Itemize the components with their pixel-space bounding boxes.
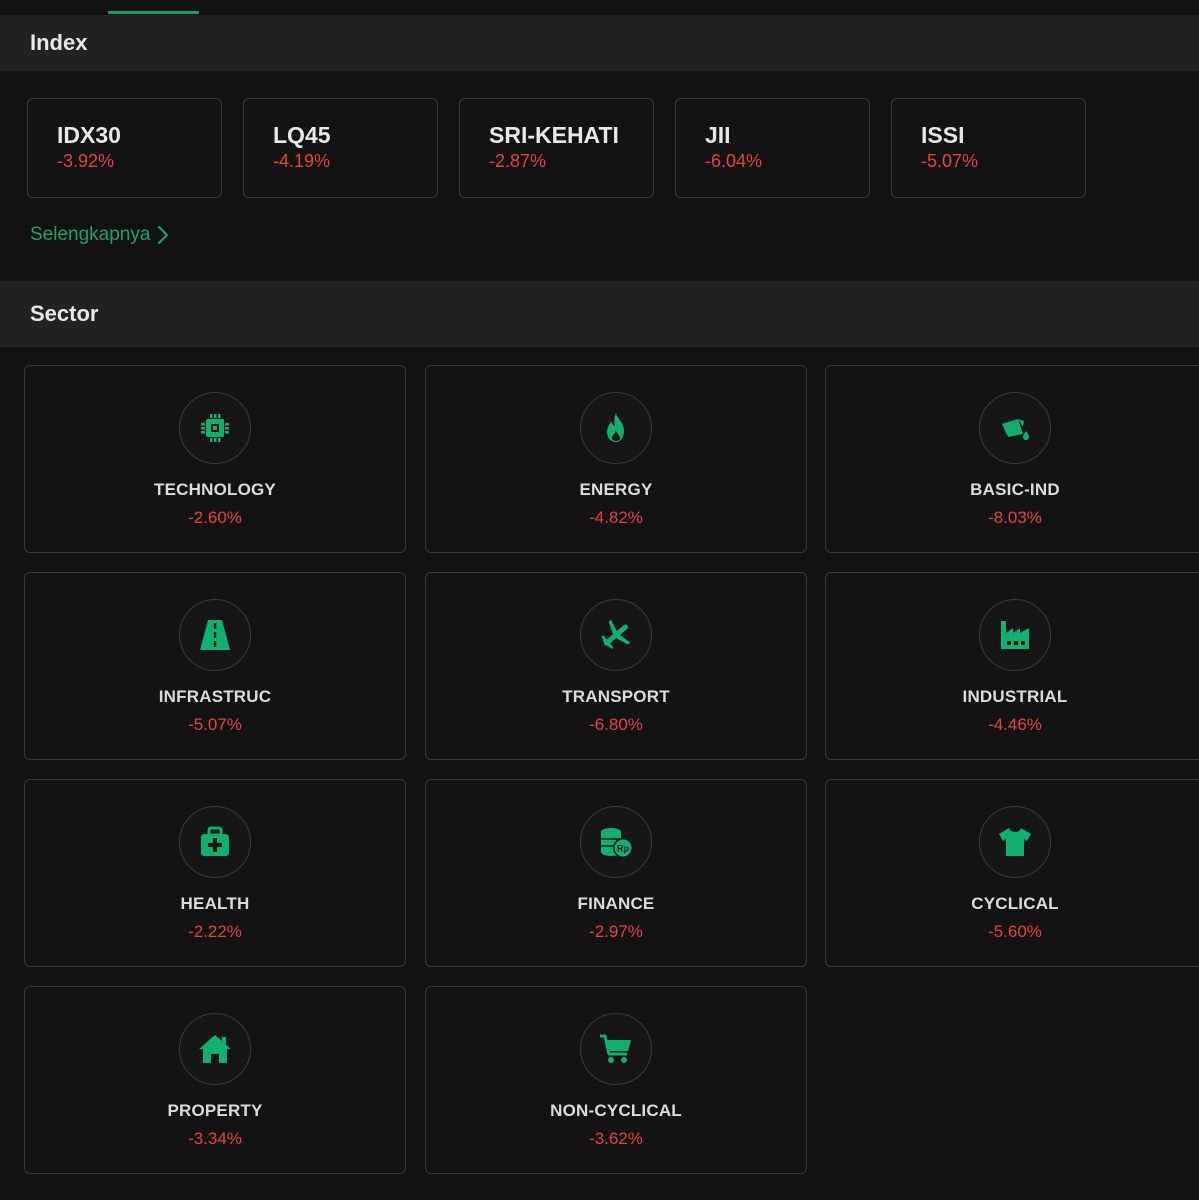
sector-name: BASIC-IND bbox=[970, 480, 1060, 499]
sector-name: ENERGY bbox=[579, 480, 653, 499]
see-more-link[interactable]: Selengkapnya bbox=[30, 224, 170, 246]
index-name: LQ45 bbox=[273, 122, 331, 148]
factory-icon bbox=[979, 599, 1051, 671]
index-card-idx30[interactable]: IDX30 -3.92% bbox=[27, 98, 222, 198]
see-more-label: Selengkapnya bbox=[30, 224, 151, 245]
chip-icon bbox=[179, 392, 251, 464]
index-card-issi[interactable]: ISSI -5.07% bbox=[891, 98, 1086, 198]
airplane-icon bbox=[580, 599, 652, 671]
sector-card-technology[interactable]: TECHNOLOGY -2.60% bbox=[24, 365, 406, 553]
index-card-lq45[interactable]: LQ45 -4.19% bbox=[243, 98, 438, 198]
house-icon bbox=[179, 1013, 251, 1085]
sector-change: -8.03% bbox=[988, 508, 1042, 527]
cart-icon bbox=[580, 1013, 652, 1085]
index-card-jii[interactable]: JII -6.04% bbox=[675, 98, 870, 198]
sector-section-title: Sector bbox=[0, 281, 1199, 347]
index-change: -4.19% bbox=[273, 151, 331, 171]
sector-change: -4.46% bbox=[988, 715, 1042, 734]
index-change: -3.92% bbox=[57, 151, 115, 171]
sector-change: -5.60% bbox=[988, 922, 1042, 941]
index-name: JII bbox=[705, 122, 731, 148]
index-name: ISSI bbox=[921, 122, 965, 148]
medical-kit-icon bbox=[179, 806, 251, 878]
index-change: -2.87% bbox=[489, 151, 547, 171]
road-icon bbox=[179, 599, 251, 671]
index-section-title: Index bbox=[0, 15, 1199, 71]
sector-card-transport[interactable]: TRANSPORT -6.80% bbox=[425, 572, 807, 760]
sector-card-finance[interactable]: Rp FINANCE -2.97% bbox=[425, 779, 807, 967]
index-name: IDX30 bbox=[57, 122, 121, 148]
tshirt-icon bbox=[979, 806, 1051, 878]
sector-change: -2.60% bbox=[188, 508, 242, 527]
sector-name: NON-CYCLICAL bbox=[550, 1101, 682, 1120]
index-change: -5.07% bbox=[921, 151, 979, 171]
sector-name: TECHNOLOGY bbox=[154, 480, 276, 499]
index-change: -6.04% bbox=[705, 151, 763, 171]
sector-name: PROPERTY bbox=[167, 1101, 263, 1120]
sector-name: CYCLICAL bbox=[971, 894, 1059, 913]
flame-icon bbox=[580, 392, 652, 464]
sector-change: -4.82% bbox=[589, 508, 643, 527]
sector-card-energy[interactable]: ENERGY -4.82% bbox=[425, 365, 807, 553]
sector-name: TRANSPORT bbox=[562, 687, 670, 706]
paint-bucket-icon bbox=[979, 392, 1051, 464]
chevron-right-icon bbox=[158, 225, 169, 245]
sector-card-property[interactable]: PROPERTY -3.34% bbox=[24, 986, 406, 1174]
sector-card-non-cyclical[interactable]: NON-CYCLICAL -3.62% bbox=[425, 986, 807, 1174]
sector-change: -3.34% bbox=[188, 1129, 242, 1148]
sector-name: INFRASTRUC bbox=[158, 687, 272, 706]
sector-card-health[interactable]: HEALTH -2.22% bbox=[24, 779, 406, 967]
coins-icon: Rp bbox=[580, 806, 652, 878]
sector-change: -3.62% bbox=[589, 1129, 643, 1148]
sector-change: -6.80% bbox=[589, 715, 643, 734]
sector-card-cyclical[interactable]: CYCLICAL -5.60% bbox=[825, 779, 1199, 967]
sector-change: -5.07% bbox=[188, 715, 242, 734]
sector-change: -2.97% bbox=[589, 922, 643, 941]
sector-name: FINANCE bbox=[577, 894, 655, 913]
active-tab-indicator bbox=[108, 11, 199, 14]
sector-card-infrastruc[interactable]: INFRASTRUC -5.07% bbox=[24, 572, 406, 760]
index-name: SRI-KEHATI bbox=[489, 122, 619, 148]
sector-change: -2.22% bbox=[188, 922, 242, 941]
sector-name: INDUSTRIAL bbox=[962, 687, 1068, 706]
sector-card-industrial[interactable]: INDUSTRIAL -4.46% bbox=[825, 572, 1199, 760]
sector-name: HEALTH bbox=[180, 894, 250, 913]
index-card-sri-kehati[interactable]: SRI-KEHATI -2.87% bbox=[459, 98, 654, 198]
sector-card-basic-ind[interactable]: BASIC-IND -8.03% bbox=[825, 365, 1199, 553]
svg-text:Rp: Rp bbox=[617, 844, 629, 854]
